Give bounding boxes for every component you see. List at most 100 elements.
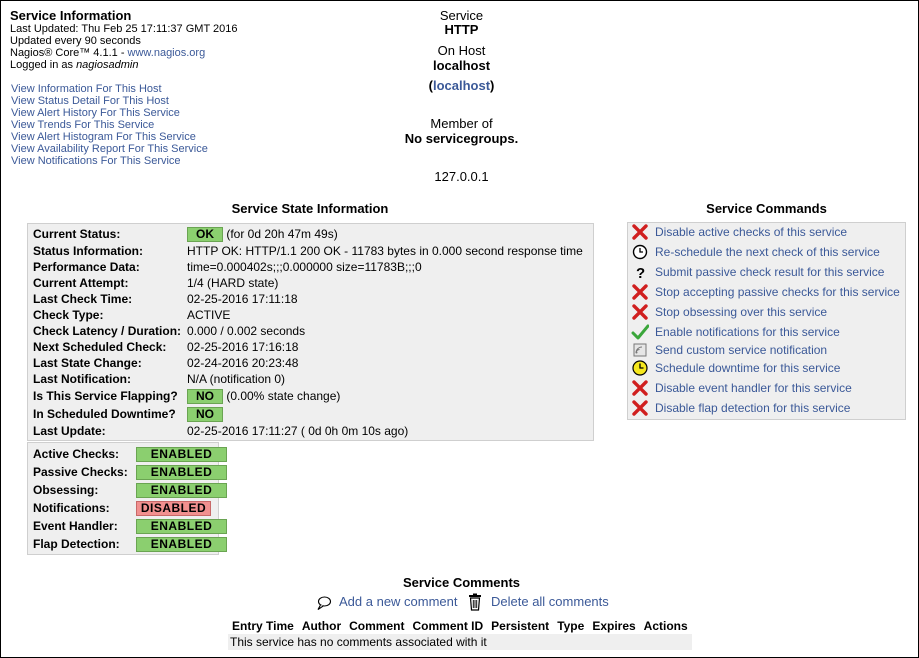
state-value: 1/4 (HARD state) [187,276,279,290]
service-flags-panel: Active Checks: ENABLED Passive Checks: E… [27,442,227,555]
host-alias-link[interactable]: localhost [433,78,490,93]
comments-table: Entry Time Author Comment Comment ID Per… [228,617,692,650]
command-label[interactable]: Stop obsessing over this service [655,303,827,321]
state-label: Is This Service Flapping? [33,389,178,403]
service-commands-panel: Disable active checks of this service Re… [627,222,906,420]
red-x-icon [632,400,648,416]
column-header: Comment ID [412,618,484,633]
trash-icon[interactable] [467,593,483,611]
on-host-label: On Host [437,43,486,58]
yellow-clock-icon [632,360,648,376]
host-alias: (localhost) [300,78,623,93]
column-header: Actions [643,618,688,633]
comments-section-title: Service Comments [402,575,521,590]
state-label: Current Attempt: [33,276,129,290]
state-value: HTTP OK: HTTP/1.1 200 OK - 11783 bytes i… [187,244,583,258]
host-alias-close: ) [490,78,495,93]
speech-bubble-icon[interactable] [316,595,332,611]
state-value: 02-25-2016 17:11:18 [187,292,298,306]
state-label: Check Latency / Duration: [33,324,182,338]
command-label[interactable]: Submit passive check result for this ser… [655,263,884,281]
column-header: Comment [349,618,405,633]
servicegroups: No servicegroups. [404,131,519,146]
link-notifications[interactable]: View Notifications For This Service [11,155,181,167]
logged-in-user: nagiosadmin [76,59,139,71]
state-label: Last Notification: [33,372,131,386]
command-label[interactable]: Schedule downtime for this service [655,359,840,377]
question-mark-icon: ? [636,265,645,280]
state-info-panel: Current Status: OK (for 0d 20h 47m 49s) … [27,223,594,441]
column-header: Persistent [491,618,550,633]
state-value: N/A (notification 0) [187,372,286,386]
flag-status-badge: ENABLED [136,465,227,480]
command-label[interactable]: Send custom service notification [655,341,827,359]
column-header: Entry Time [232,618,294,633]
flag-label: Flap Detection: [33,537,120,551]
state-value: ACTIVE [187,308,231,322]
add-comment-link[interactable]: Add a new comment [339,593,458,611]
host-address: 127.0.0.1 [434,169,489,184]
logged-in: Logged in as nagiosadmin [10,59,238,71]
state-section-title: Service State Information [231,201,389,216]
downtime-badge: NO [187,407,223,422]
commands-section-title: Service Commands [706,201,827,216]
update-interval: Updated every 90 seconds [10,35,141,47]
table-row: This service has no comments associated … [228,634,692,650]
link-host-information[interactable]: View Information For This Host [11,83,162,95]
flag-status-badge: ENABLED [136,519,227,534]
column-header: Expires [592,618,636,633]
info-title: Service Information [10,8,132,23]
column-header: Type [557,618,585,633]
command-label[interactable]: Disable flap detection for this service [655,399,850,417]
command-label[interactable]: Disable event handler for this service [655,379,852,397]
flag-status-badge: ENABLED [136,483,227,498]
state-value: time=0.000402s;;;0.000000 size=11783B;;;… [187,260,422,274]
flapping-percent: (0.00% state change) [223,389,341,403]
state-label: Next Scheduled Check: [33,340,167,354]
no-comments-message: This service has no comments associated … [228,634,692,650]
link-availability-report[interactable]: View Availability Report For This Servic… [11,143,208,155]
command-label[interactable]: Disable active checks of this service [655,223,847,241]
delete-all-comments-link[interactable]: Delete all comments [491,593,609,611]
state-label: Performance Data: [33,260,140,274]
host-name: localhost [432,58,491,73]
service-info-box: Service Information Last Updated: Thu Fe… [10,8,238,71]
state-label: Last Update: [33,424,106,438]
column-header: Author [301,618,342,633]
nagios-website-link[interactable]: www.nagios.org [128,47,206,59]
comments-table-header: Entry Time Author Comment Comment ID Per… [228,617,692,634]
state-label: Last Check Time: [33,292,133,306]
state-value: 02-25-2016 17:16:18 [187,340,299,354]
status-duration: (for 0d 20h 47m 49s) [223,227,338,241]
clock-icon [632,244,648,260]
svg-text:?: ? [636,265,645,280]
red-x-icon [632,224,648,240]
state-label: In Scheduled Downtime? [33,407,176,421]
flag-label: Obsessing: [33,483,99,497]
red-x-icon [632,284,648,300]
command-label[interactable]: Stop accepting passive checks for this s… [655,283,900,301]
nav-links: View Information For This Host View Stat… [11,83,208,167]
link-host-status-detail[interactable]: View Status Detail For This Host [11,95,169,107]
green-check-icon [631,324,649,340]
service-label: Service [439,8,484,23]
member-of-label: Member of [430,116,493,131]
state-value: 0.000 / 0.002 seconds [187,324,306,338]
status-badge: OK [187,227,223,242]
state-value: 02-24-2016 20:23:48 [187,356,299,370]
command-label[interactable]: Re-schedule the next check of this servi… [655,243,880,261]
state-label: Last State Change: [33,356,142,370]
service-name: HTTP [444,22,479,37]
flag-status-badge: ENABLED [136,447,227,462]
logged-in-text: Logged in as [10,59,77,71]
flag-status-badge: ENABLED [136,537,227,552]
link-alert-history[interactable]: View Alert History For This Service [11,107,180,119]
core-version: Nagios® Core™ 4.1.1 - www.nagios.org [10,47,238,59]
state-value: 02-25-2016 17:11:27 ( 0d 0h 0m 10s ago) [187,424,409,438]
core-version-text: Nagios® Core™ 4.1.1 - [10,47,128,59]
link-alert-histogram[interactable]: View Alert Histogram For This Service [11,131,196,143]
command-label[interactable]: Enable notifications for this service [655,323,840,341]
red-x-icon [632,304,648,320]
flag-label: Event Handler: [33,519,118,533]
link-trends[interactable]: View Trends For This Service [11,119,154,131]
